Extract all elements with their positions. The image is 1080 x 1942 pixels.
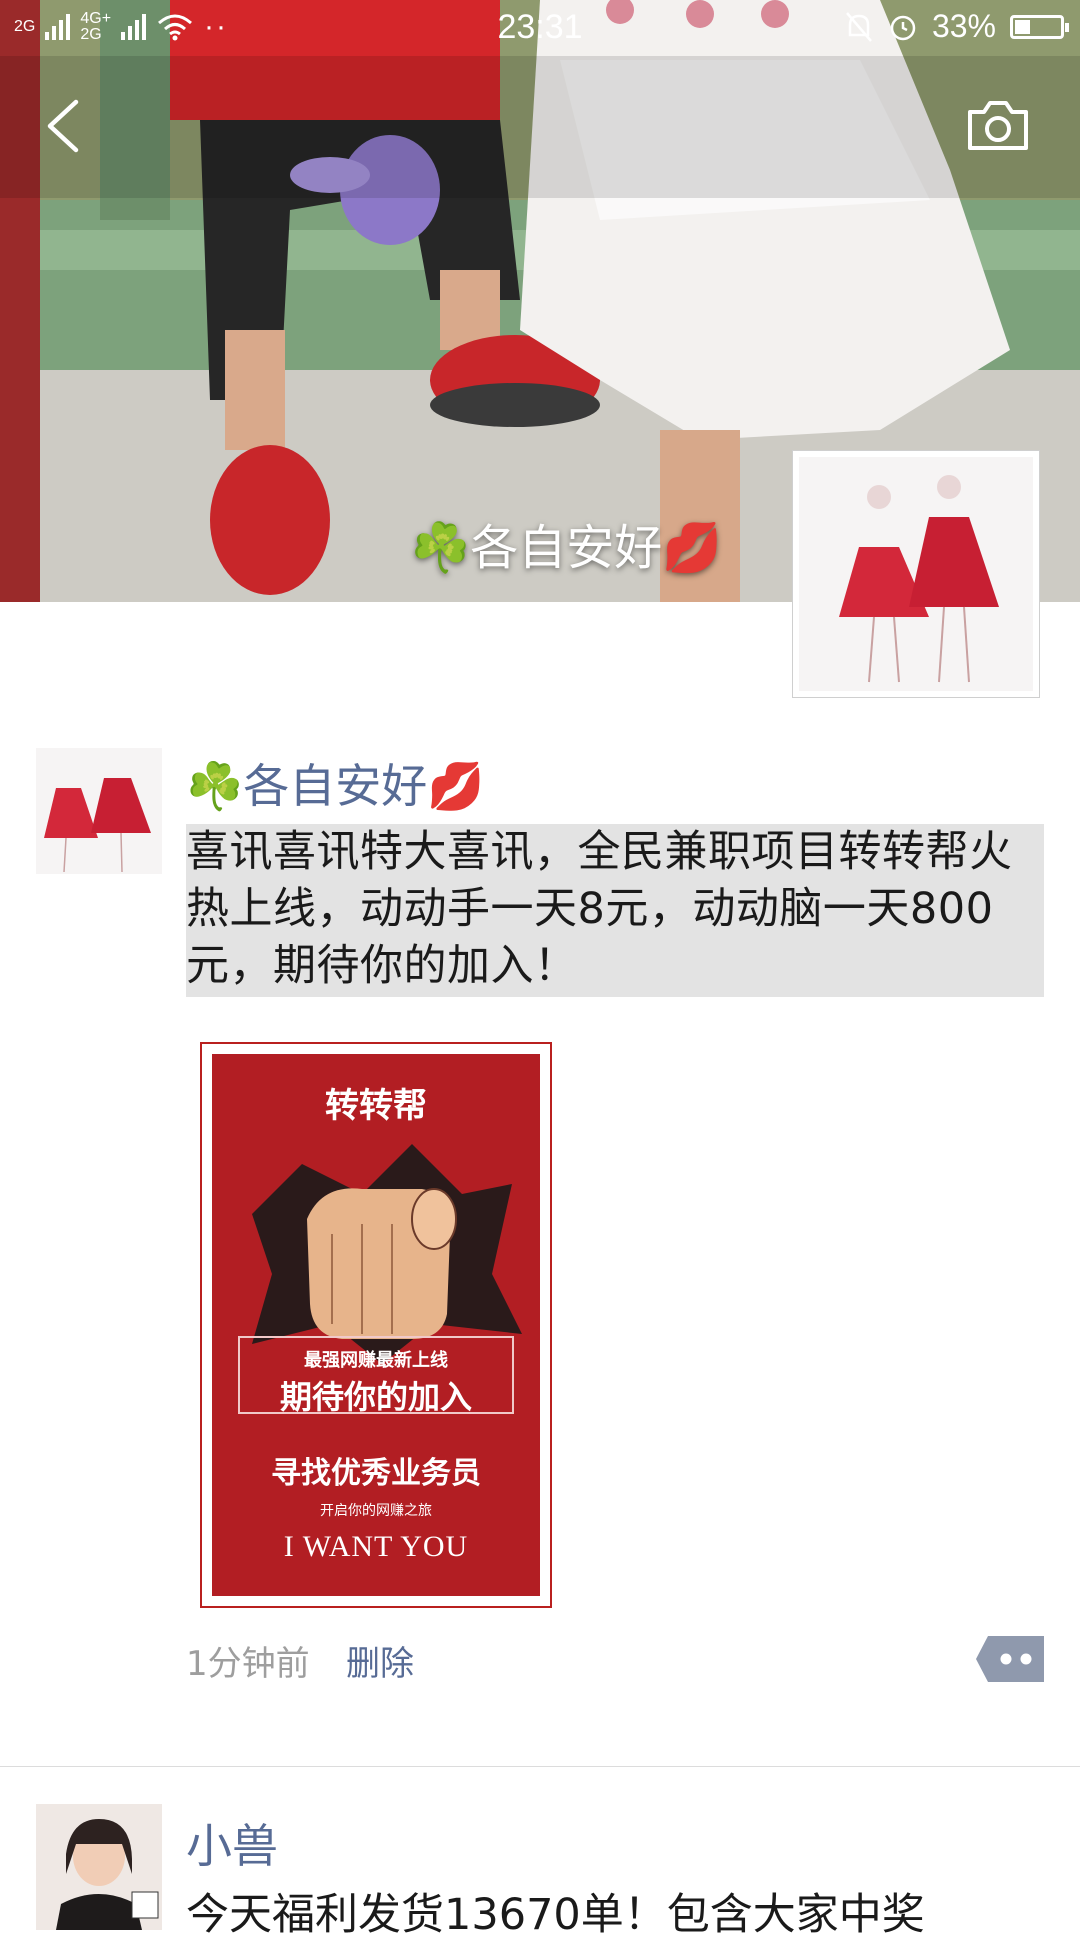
profile-avatar[interactable]: [792, 450, 1040, 698]
status-right: 33%: [844, 8, 1069, 45]
battery-percent: 33%: [931, 8, 996, 44]
comment-more-icon[interactable]: [976, 1636, 1044, 1682]
battery-icon: [1010, 14, 1069, 39]
camera-icon[interactable]: [966, 98, 1030, 152]
moment-post: ☘️各自安好💋 喜讯喜讯特大喜讯，全民兼职项目转转帮火热上线，动动手一天8元，动…: [0, 730, 1080, 1766]
post-text[interactable]: 喜讯喜讯特大喜讯，全民兼职项目转转帮火热上线，动动手一天8元，动动脑一天800元…: [186, 824, 1044, 997]
avatar-portrait-art: [36, 1804, 162, 1930]
poster-line4: 开启你的网赚之旅: [320, 1503, 432, 1519]
post-author-name[interactable]: ☘️各自安好💋: [186, 750, 485, 816]
nav-overlay: [0, 56, 1080, 198]
post-timestamp: 1分钟前: [186, 1644, 310, 1684]
delete-link[interactable]: 删除: [346, 1636, 414, 1685]
poster-box: 最强网赚最新上线 期待你的加入: [238, 1336, 514, 1416]
next-post-author-name[interactable]: 小兽: [186, 1810, 278, 1876]
poster-line2: 期待你的加入: [279, 1378, 472, 1416]
post-image[interactable]: 转转帮 最强网赚最新上线 期待你的加入 寻找优秀业务员 开启你的网赚之旅 I W…: [200, 1042, 552, 1608]
poster-line1: 最强网赚最新上线: [304, 1350, 448, 1371]
poster: 转转帮 最强网赚最新上线 期待你的加入 寻找优秀业务员 开启你的网赚之旅 I W…: [212, 1054, 540, 1596]
avatar-image: [799, 457, 1033, 691]
cover-display-name: ☘️各自安好💋: [410, 520, 722, 576]
next-post-text[interactable]: 今天福利发货13670单！包含大家中奖: [186, 1880, 925, 1942]
pointing-hand-icon: [252, 1144, 522, 1364]
mute-bell-icon: [846, 11, 872, 42]
poster-title: 转转帮: [325, 1086, 427, 1126]
avatar-dresses-art: [799, 457, 1033, 691]
post-author-avatar[interactable]: [36, 748, 162, 874]
back-icon[interactable]: [38, 96, 88, 156]
poster-line5: I WANT YOU: [283, 1530, 469, 1563]
poster-line3: 寻找优秀业务员: [271, 1456, 481, 1491]
avatar-dresses-art: [36, 748, 162, 874]
post-divider: [0, 1766, 1080, 1767]
status-bar: 2G 4G+ 2G ·· 23:31 33%: [0, 0, 1080, 56]
next-post-avatar[interactable]: [36, 1804, 162, 1930]
alarm-icon: [890, 15, 916, 40]
